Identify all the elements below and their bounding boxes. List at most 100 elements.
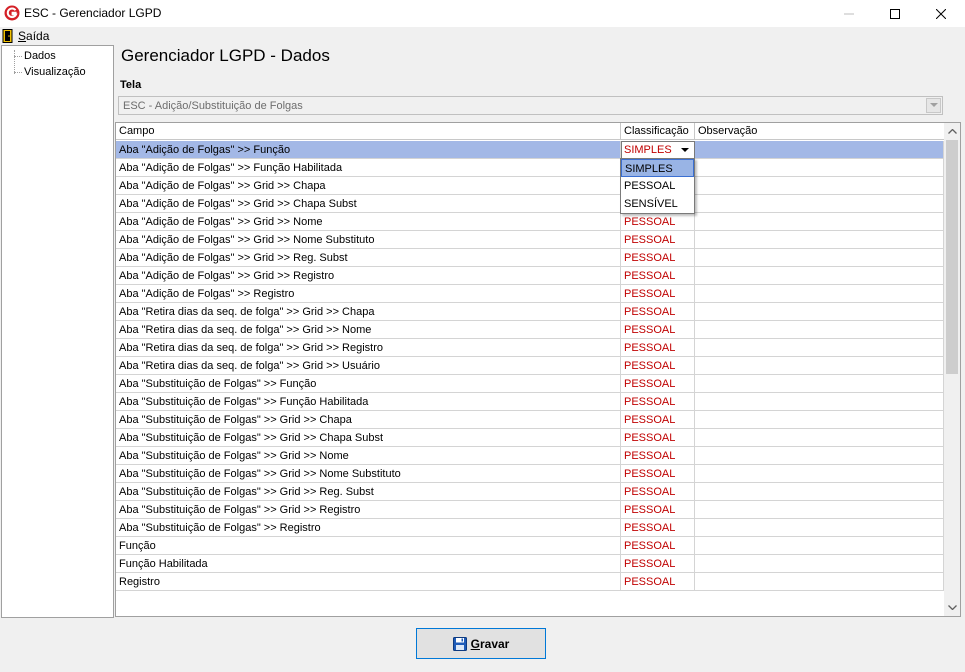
cell-observacao[interactable] [695,357,944,375]
cell-campo[interactable]: Aba "Substituição de Folgas" >> Grid >> … [116,465,621,483]
cell-observacao[interactable] [695,483,944,501]
dropdown-option-sensivel[interactable]: SENSÍVEL [621,195,694,213]
cell-observacao[interactable] [695,429,944,447]
close-button[interactable] [918,0,964,27]
cell-campo[interactable]: Aba "Retira dias da seq. de folga" >> Gr… [116,303,621,321]
cell-classificacao[interactable]: PESSOAL [621,231,695,249]
cell-classificacao[interactable]: PESSOAL [621,393,695,411]
cell-campo[interactable]: Aba "Adição de Folgas" >> Grid >> Nome [116,213,621,231]
maximize-button[interactable] [872,0,918,27]
cell-classificacao[interactable]: PESSOAL [621,213,695,231]
cell-campo[interactable]: Função Habilitada [116,555,621,573]
column-header-campo[interactable]: Campo [116,123,621,140]
cell-observacao[interactable] [695,195,944,213]
dropdown-option-simples[interactable]: SIMPLES [621,159,694,177]
cell-observacao[interactable] [695,447,944,465]
tree-item-visualizacao[interactable]: Visualização [24,66,86,78]
table-row[interactable]: Aba "Retira dias da seq. de folga" >> Gr… [116,303,944,321]
column-header-observacao[interactable]: Observação [695,123,944,140]
cell-campo[interactable]: Aba "Adição de Folgas" >> Função Habilit… [116,159,621,177]
table-row[interactable]: Aba "Adição de Folgas" >> Função Habilit… [116,159,944,177]
table-row[interactable]: Aba "Substituição de Folgas" >> Registro… [116,519,944,537]
cell-classificacao[interactable]: PESSOAL [621,411,695,429]
cell-observacao[interactable] [695,141,944,159]
cell-classificacao[interactable]: PESSOAL [621,339,695,357]
cell-campo[interactable]: Aba "Substituição de Folgas" >> Função H… [116,393,621,411]
column-header-classificacao[interactable]: Classificação [621,123,695,140]
cell-campo[interactable]: Aba "Adição de Folgas" >> Grid >> Chapa [116,177,621,195]
tree-item-dados[interactable]: Dados [24,50,56,62]
table-row[interactable]: Aba "Substituição de Folgas" >> Função PE… [116,375,944,393]
table-row[interactable]: Aba "Substituição de Folgas" >> Grid >> … [116,501,944,519]
cell-observacao[interactable] [695,285,944,303]
cell-campo[interactable]: Aba "Retira dias da seq. de folga" >> Gr… [116,357,621,375]
cell-classificacao[interactable]: PESSOAL [621,465,695,483]
classificacao-editor-value[interactable]: SIMPLES [624,144,672,156]
cell-campo[interactable]: Aba "Retira dias da seq. de folga" >> Gr… [116,339,621,357]
cell-observacao[interactable] [695,573,944,591]
table-row[interactable]: Aba "Retira dias da seq. de folga" >> Gr… [116,321,944,339]
cell-classificacao[interactable]: PESSOAL [621,285,695,303]
cell-campo[interactable]: Aba "Substituição de Folgas" >> Grid >> … [116,483,621,501]
cell-classificacao[interactable]: PESSOAL [621,303,695,321]
table-row[interactable]: Função PESSOAL [116,537,944,555]
cell-campo[interactable]: Aba "Adição de Folgas" >> Grid >> Nome S… [116,231,621,249]
cell-classificacao[interactable]: PESSOAL [621,555,695,573]
cell-campo[interactable]: Aba "Substituição de Folgas" >> Grid >> … [116,429,621,447]
cell-classificacao[interactable]: PESSOAL [621,321,695,339]
cell-observacao[interactable] [695,519,944,537]
cell-observacao[interactable] [695,555,944,573]
table-row[interactable]: Função Habilitada PESSOAL [116,555,944,573]
minimize-button[interactable] [826,0,872,27]
cell-observacao[interactable] [695,393,944,411]
tela-select[interactable]: ESC - Adição/Substituição de Folgas [118,96,943,115]
table-row[interactable]: Aba "Substituição de Folgas" >> Grid >> … [116,411,944,429]
cell-campo[interactable]: Aba "Substituição de Folgas" >> Função [116,375,621,393]
cell-observacao[interactable] [695,465,944,483]
tela-select-arrow[interactable] [926,98,941,113]
cell-classificacao[interactable]: PESSOAL [621,249,695,267]
classificacao-dropdown-button[interactable] [677,143,693,157]
table-row[interactable]: Aba "Adição de Folgas" >> Grid >> Reg. S… [116,249,944,267]
table-row[interactable]: Aba "Adição de Folgas" >> Grid >> Regist… [116,267,944,285]
cell-classificacao[interactable]: PESSOAL [621,267,695,285]
scroll-up-button[interactable] [944,123,960,140]
cell-observacao[interactable] [695,321,944,339]
menu-saida[interactable]: Saída [2,28,49,44]
cell-classificacao[interactable]: PESSOAL [621,375,695,393]
table-row[interactable]: Aba "Substituição de Folgas" >> Grid >> … [116,483,944,501]
gravar-button[interactable]: Gravar [416,628,546,659]
dropdown-option-pessoal[interactable]: PESSOAL [621,177,694,195]
cell-campo[interactable]: Aba "Substituição de Folgas" >> Registro [116,519,621,537]
cell-classificacao[interactable]: PESSOAL [621,429,695,447]
cell-campo[interactable]: Aba "Substituição de Folgas" >> Grid >> … [116,411,621,429]
cell-campo[interactable]: Aba "Adição de Folgas" >> Grid >> Regist… [116,267,621,285]
cell-observacao[interactable] [695,303,944,321]
table-row[interactable]: Aba "Adição de Folgas" >> Registro PESSOA… [116,285,944,303]
scroll-down-button[interactable] [944,599,960,616]
scrollbar-thumb[interactable] [946,140,958,374]
cell-campo[interactable]: Aba "Substituição de Folgas" >> Grid >> … [116,447,621,465]
table-row[interactable]: Aba "Retira dias da seq. de folga" >> Gr… [116,357,944,375]
table-row[interactable]: Aba "Adição de Folgas" >> Função SIMPLES [116,141,944,159]
table-row[interactable]: Aba "Adição de Folgas" >> Grid >> Nome S… [116,231,944,249]
table-row[interactable]: Registro PESSOAL [116,573,944,591]
table-row[interactable]: Aba "Adição de Folgas" >> Grid >> Chapa … [116,195,944,213]
cell-observacao[interactable] [695,267,944,285]
table-row[interactable]: Aba "Substituição de Folgas" >> Grid >> … [116,429,944,447]
vertical-scrollbar[interactable] [944,123,960,616]
cell-classificacao[interactable]: PESSOAL [621,501,695,519]
cell-campo[interactable]: Aba "Adição de Folgas" >> Registro [116,285,621,303]
table-row[interactable]: Aba "Substituição de Folgas" >> Grid >> … [116,465,944,483]
cell-observacao[interactable] [695,249,944,267]
cell-observacao[interactable] [695,339,944,357]
cell-observacao[interactable] [695,213,944,231]
cell-campo[interactable]: Aba "Adição de Folgas" >> Grid >> Chapa … [116,195,621,213]
cell-campo[interactable]: Registro [116,573,621,591]
cell-observacao[interactable] [695,501,944,519]
table-row[interactable]: Aba "Substituição de Folgas" >> Grid >> … [116,447,944,465]
cell-classificacao[interactable]: PESSOAL [621,519,695,537]
cell-observacao[interactable] [695,537,944,555]
classificacao-editor[interactable]: SIMPLES [621,141,695,159]
table-row[interactable]: Aba "Adição de Folgas" >> Grid >> Nome PE… [116,213,944,231]
